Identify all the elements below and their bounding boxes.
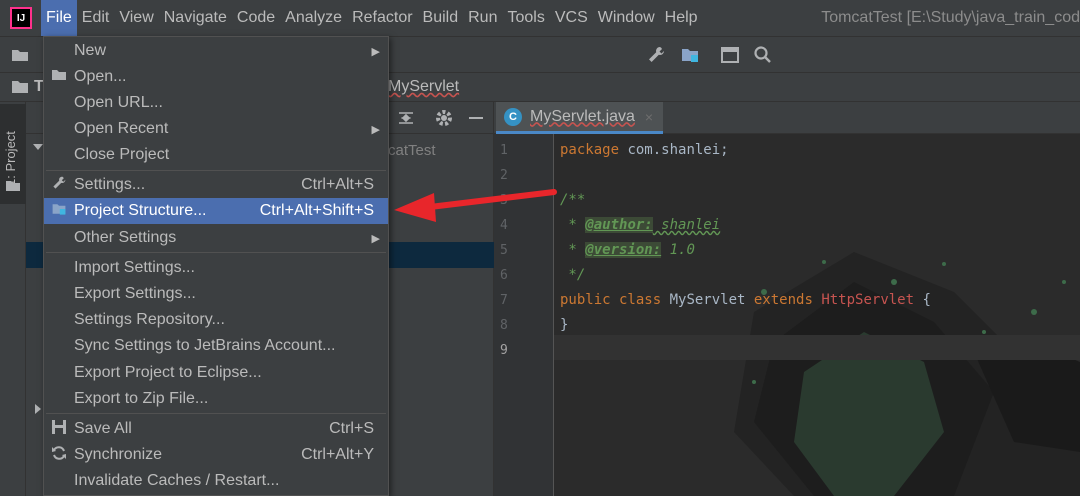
project-root-label[interactable]: catTest	[388, 142, 436, 159]
collapse-icon[interactable]	[396, 108, 416, 128]
save-icon	[44, 419, 74, 439]
editor-tab-bar: C MyServlet.java ×	[494, 102, 1080, 134]
wrench-icon	[44, 175, 74, 195]
menu-file[interactable]: File	[41, 0, 77, 36]
code-line-5: * @version: 1.0	[560, 242, 695, 258]
submenu-arrow-icon: ▶	[371, 45, 380, 58]
code-line-7: public class MyServlet extends HttpServl…	[560, 292, 931, 308]
ide-window: IJ File Edit View Navigate Code Analyze …	[0, 0, 1080, 496]
project-folder-icon	[10, 77, 30, 97]
menu-separator	[46, 252, 386, 253]
menu-item-import-settings[interactable]: Import Settings...	[44, 255, 388, 281]
menu-item-sync-settings[interactable]: Sync Settings to JetBrains Account...	[44, 333, 388, 359]
menu-bar: IJ File Edit View Navigate Code Analyze …	[0, 0, 1080, 36]
code-editor[interactable]: C MyServlet.java × 1 2 3 4 5 6 7 8	[494, 102, 1080, 496]
menu-help[interactable]: Help	[660, 0, 703, 36]
menu-item-synchronize[interactable]: Synchronize Ctrl+Alt+Y	[44, 442, 388, 468]
project-structure-icon	[44, 201, 74, 221]
menu-code[interactable]: Code	[232, 0, 280, 36]
window-icon[interactable]	[720, 45, 740, 65]
menu-run[interactable]: Run	[463, 0, 502, 36]
red-arrow-annotation	[394, 189, 557, 222]
menu-item-open[interactable]: Open...	[44, 64, 388, 90]
line-number: 8	[500, 318, 508, 333]
menu-view[interactable]: View	[114, 0, 158, 36]
line-number: 1	[500, 143, 508, 158]
search-icon[interactable]	[753, 45, 773, 65]
file-menu-dropdown: New ▶ Open... Open URL... Open Recent ▶ …	[43, 36, 389, 496]
menu-item-export-zip[interactable]: Export to Zip File...	[44, 386, 388, 412]
java-class-icon: C	[504, 107, 522, 126]
close-icon[interactable]: ×	[645, 109, 653, 125]
left-tool-strip: 1: Project	[0, 102, 26, 496]
tab-label: MyServlet.java	[530, 107, 635, 125]
window-title: TomcatTest [E:\Study\java_train_cod	[821, 9, 1080, 26]
line-number: 7	[500, 293, 508, 308]
menu-window[interactable]: Window	[593, 0, 660, 36]
code-line-8: }	[560, 317, 569, 333]
menu-analyze[interactable]: Analyze	[280, 0, 347, 36]
folder-icon	[3, 178, 23, 198]
menu-separator	[46, 413, 386, 414]
intellij-logo-icon: IJ	[10, 7, 32, 29]
submenu-arrow-icon: ▶	[371, 232, 380, 245]
menu-item-settings-repository[interactable]: Settings Repository...	[44, 307, 388, 333]
code-line-1: package com.shanlei;	[560, 142, 729, 158]
line-number: 5	[500, 243, 508, 258]
breadcrumb-file[interactable]: MyServlet	[388, 78, 459, 96]
code-line-6: */	[560, 267, 586, 283]
menu-item-export-eclipse[interactable]: Export Project to Eclipse...	[44, 360, 388, 386]
menu-item-close-project[interactable]: Close Project	[44, 142, 388, 168]
menu-build[interactable]: Build	[418, 0, 464, 36]
folder-open-icon	[44, 68, 74, 86]
menu-item-new[interactable]: New ▶	[44, 38, 388, 64]
sync-icon	[44, 445, 74, 465]
code-line-4: * @author: shanlei	[560, 217, 721, 233]
tab-myservlet-java[interactable]: C MyServlet.java ×	[496, 102, 664, 134]
gear-icon[interactable]	[434, 108, 454, 128]
menu-vcs[interactable]: VCS	[550, 0, 593, 36]
line-number: 9	[500, 343, 508, 358]
menu-tools[interactable]: Tools	[502, 0, 549, 36]
current-line-highlight	[494, 335, 1080, 360]
wrench-icon[interactable]	[646, 45, 666, 65]
background-artwork	[734, 252, 1080, 496]
menu-item-project-structure[interactable]: Project Structure... Ctrl+Alt+Shift+S	[44, 198, 388, 224]
menu-item-open-url[interactable]: Open URL...	[44, 90, 388, 116]
menu-item-invalidate-caches[interactable]: Invalidate Caches / Restart...	[44, 468, 388, 494]
menu-item-settings[interactable]: Settings... Ctrl+Alt+S	[44, 172, 388, 198]
project-structure-icon[interactable]	[680, 45, 700, 65]
menu-item-export-settings[interactable]: Export Settings...	[44, 281, 388, 307]
menu-navigate[interactable]: Navigate	[159, 0, 232, 36]
open-folder-icon[interactable]	[10, 45, 30, 65]
menu-item-save-all[interactable]: Save All Ctrl+S	[44, 416, 388, 442]
menu-item-open-recent[interactable]: Open Recent ▶	[44, 116, 388, 142]
minimize-icon[interactable]	[466, 108, 486, 128]
submenu-arrow-icon: ▶	[371, 123, 380, 136]
menu-item-other-settings[interactable]: Other Settings ▶	[44, 225, 388, 251]
menu-edit[interactable]: Edit	[77, 0, 115, 36]
menu-refactor[interactable]: Refactor	[347, 0, 417, 36]
line-number: 6	[500, 268, 508, 283]
code-line-3: /**	[560, 192, 586, 208]
menu-separator	[46, 170, 386, 171]
